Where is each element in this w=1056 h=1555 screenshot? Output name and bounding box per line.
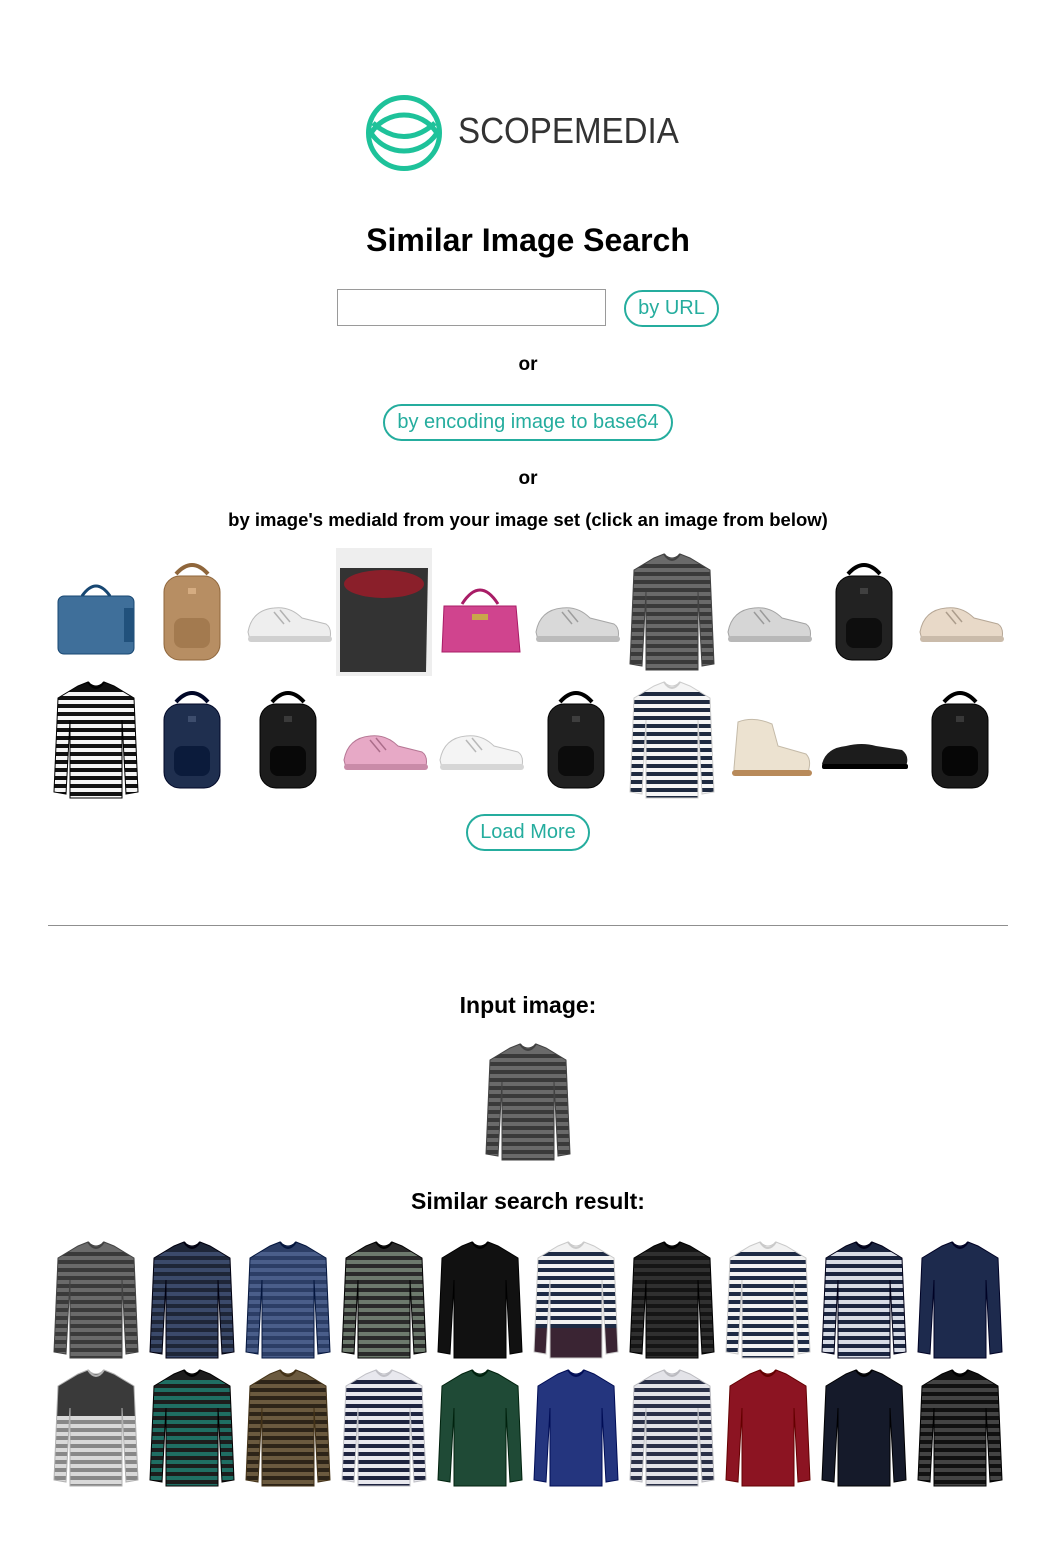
results-grid (48, 1236, 1008, 1492)
result-thumbnail-sweater[interactable] (240, 1236, 336, 1364)
or-separator: or (518, 468, 538, 489)
image-set-thumbnail-sweater[interactable] (48, 676, 144, 804)
image-set-thumbnail-backpack[interactable] (816, 548, 912, 676)
search-by-base64-button[interactable]: by encoding image to base64 (383, 404, 673, 441)
result-thumbnail-sweater[interactable] (336, 1236, 432, 1364)
mediaid-instruction: by image's mediaId from your image set (… (228, 509, 828, 530)
input-image (480, 1038, 576, 1166)
result-thumbnail-sweater[interactable] (624, 1364, 720, 1492)
section-divider (48, 925, 1008, 926)
image-set-grid (48, 548, 1008, 804)
image-set-thumbnail-backpack[interactable] (528, 676, 624, 804)
image-set-thumbnail-boot[interactable] (720, 676, 816, 804)
result-thumbnail-sweater[interactable] (432, 1236, 528, 1364)
result-thumbnail-sweater[interactable] (48, 1236, 144, 1364)
result-thumbnail-sweater[interactable] (816, 1236, 912, 1364)
result-thumbnail-sweater[interactable] (528, 1364, 624, 1492)
image-set-thumbnail-bucket-bag[interactable] (336, 548, 432, 676)
result-thumbnail-sweater[interactable] (720, 1364, 816, 1492)
result-thumbnail-sweater[interactable] (432, 1364, 528, 1492)
result-thumbnail-sweater[interactable] (144, 1364, 240, 1492)
image-set-thumbnail-sweater[interactable] (624, 548, 720, 676)
result-thumbnail-sweater[interactable] (144, 1236, 240, 1364)
brand-name: SCOPEMEDIA (458, 110, 679, 151)
fish-circle-logo-icon (366, 95, 442, 171)
image-set-thumbnail-backpack[interactable] (912, 676, 1008, 804)
image-set-thumbnail-backpack[interactable] (240, 676, 336, 804)
image-set-thumbnail-handbag[interactable] (432, 548, 528, 676)
result-thumbnail-sweater[interactable] (240, 1364, 336, 1492)
results-title: Similar search result: (411, 1188, 645, 1214)
scopemedia-logo: SCOPEMEDIA (365, 95, 695, 171)
page-title: Similar Image Search (366, 222, 690, 258)
image-set-thumbnail-bag[interactable] (48, 548, 144, 676)
image-set-thumbnail-sweater[interactable] (624, 676, 720, 804)
url-input[interactable] (337, 289, 606, 326)
result-thumbnail-sweater[interactable] (816, 1364, 912, 1492)
input-image-title: Input image: (459, 992, 597, 1018)
result-thumbnail-sweater[interactable] (912, 1364, 1008, 1492)
search-by-url-button[interactable]: by URL (624, 290, 719, 327)
result-thumbnail-sweater[interactable] (912, 1236, 1008, 1364)
image-set-thumbnail-sneaker[interactable] (720, 548, 816, 676)
image-set-thumbnail-backpack[interactable] (144, 548, 240, 676)
result-thumbnail-sweater[interactable] (336, 1364, 432, 1492)
image-set-thumbnail-sneaker[interactable] (336, 676, 432, 804)
result-thumbnail-sweater[interactable] (528, 1236, 624, 1364)
or-separator: or (518, 354, 538, 375)
image-set-thumbnail-shoe[interactable] (816, 676, 912, 804)
image-set-thumbnail-sneaker[interactable] (432, 676, 528, 804)
image-set-thumbnail-sneaker[interactable] (528, 548, 624, 676)
load-more-button[interactable]: Load More (466, 814, 590, 851)
result-thumbnail-sweater[interactable] (720, 1236, 816, 1364)
image-set-thumbnail-sneaker[interactable] (912, 548, 1008, 676)
result-thumbnail-sweater[interactable] (48, 1364, 144, 1492)
image-set-thumbnail-sneaker[interactable] (240, 548, 336, 676)
image-set-thumbnail-backpack[interactable] (144, 676, 240, 804)
result-thumbnail-sweater[interactable] (624, 1236, 720, 1364)
